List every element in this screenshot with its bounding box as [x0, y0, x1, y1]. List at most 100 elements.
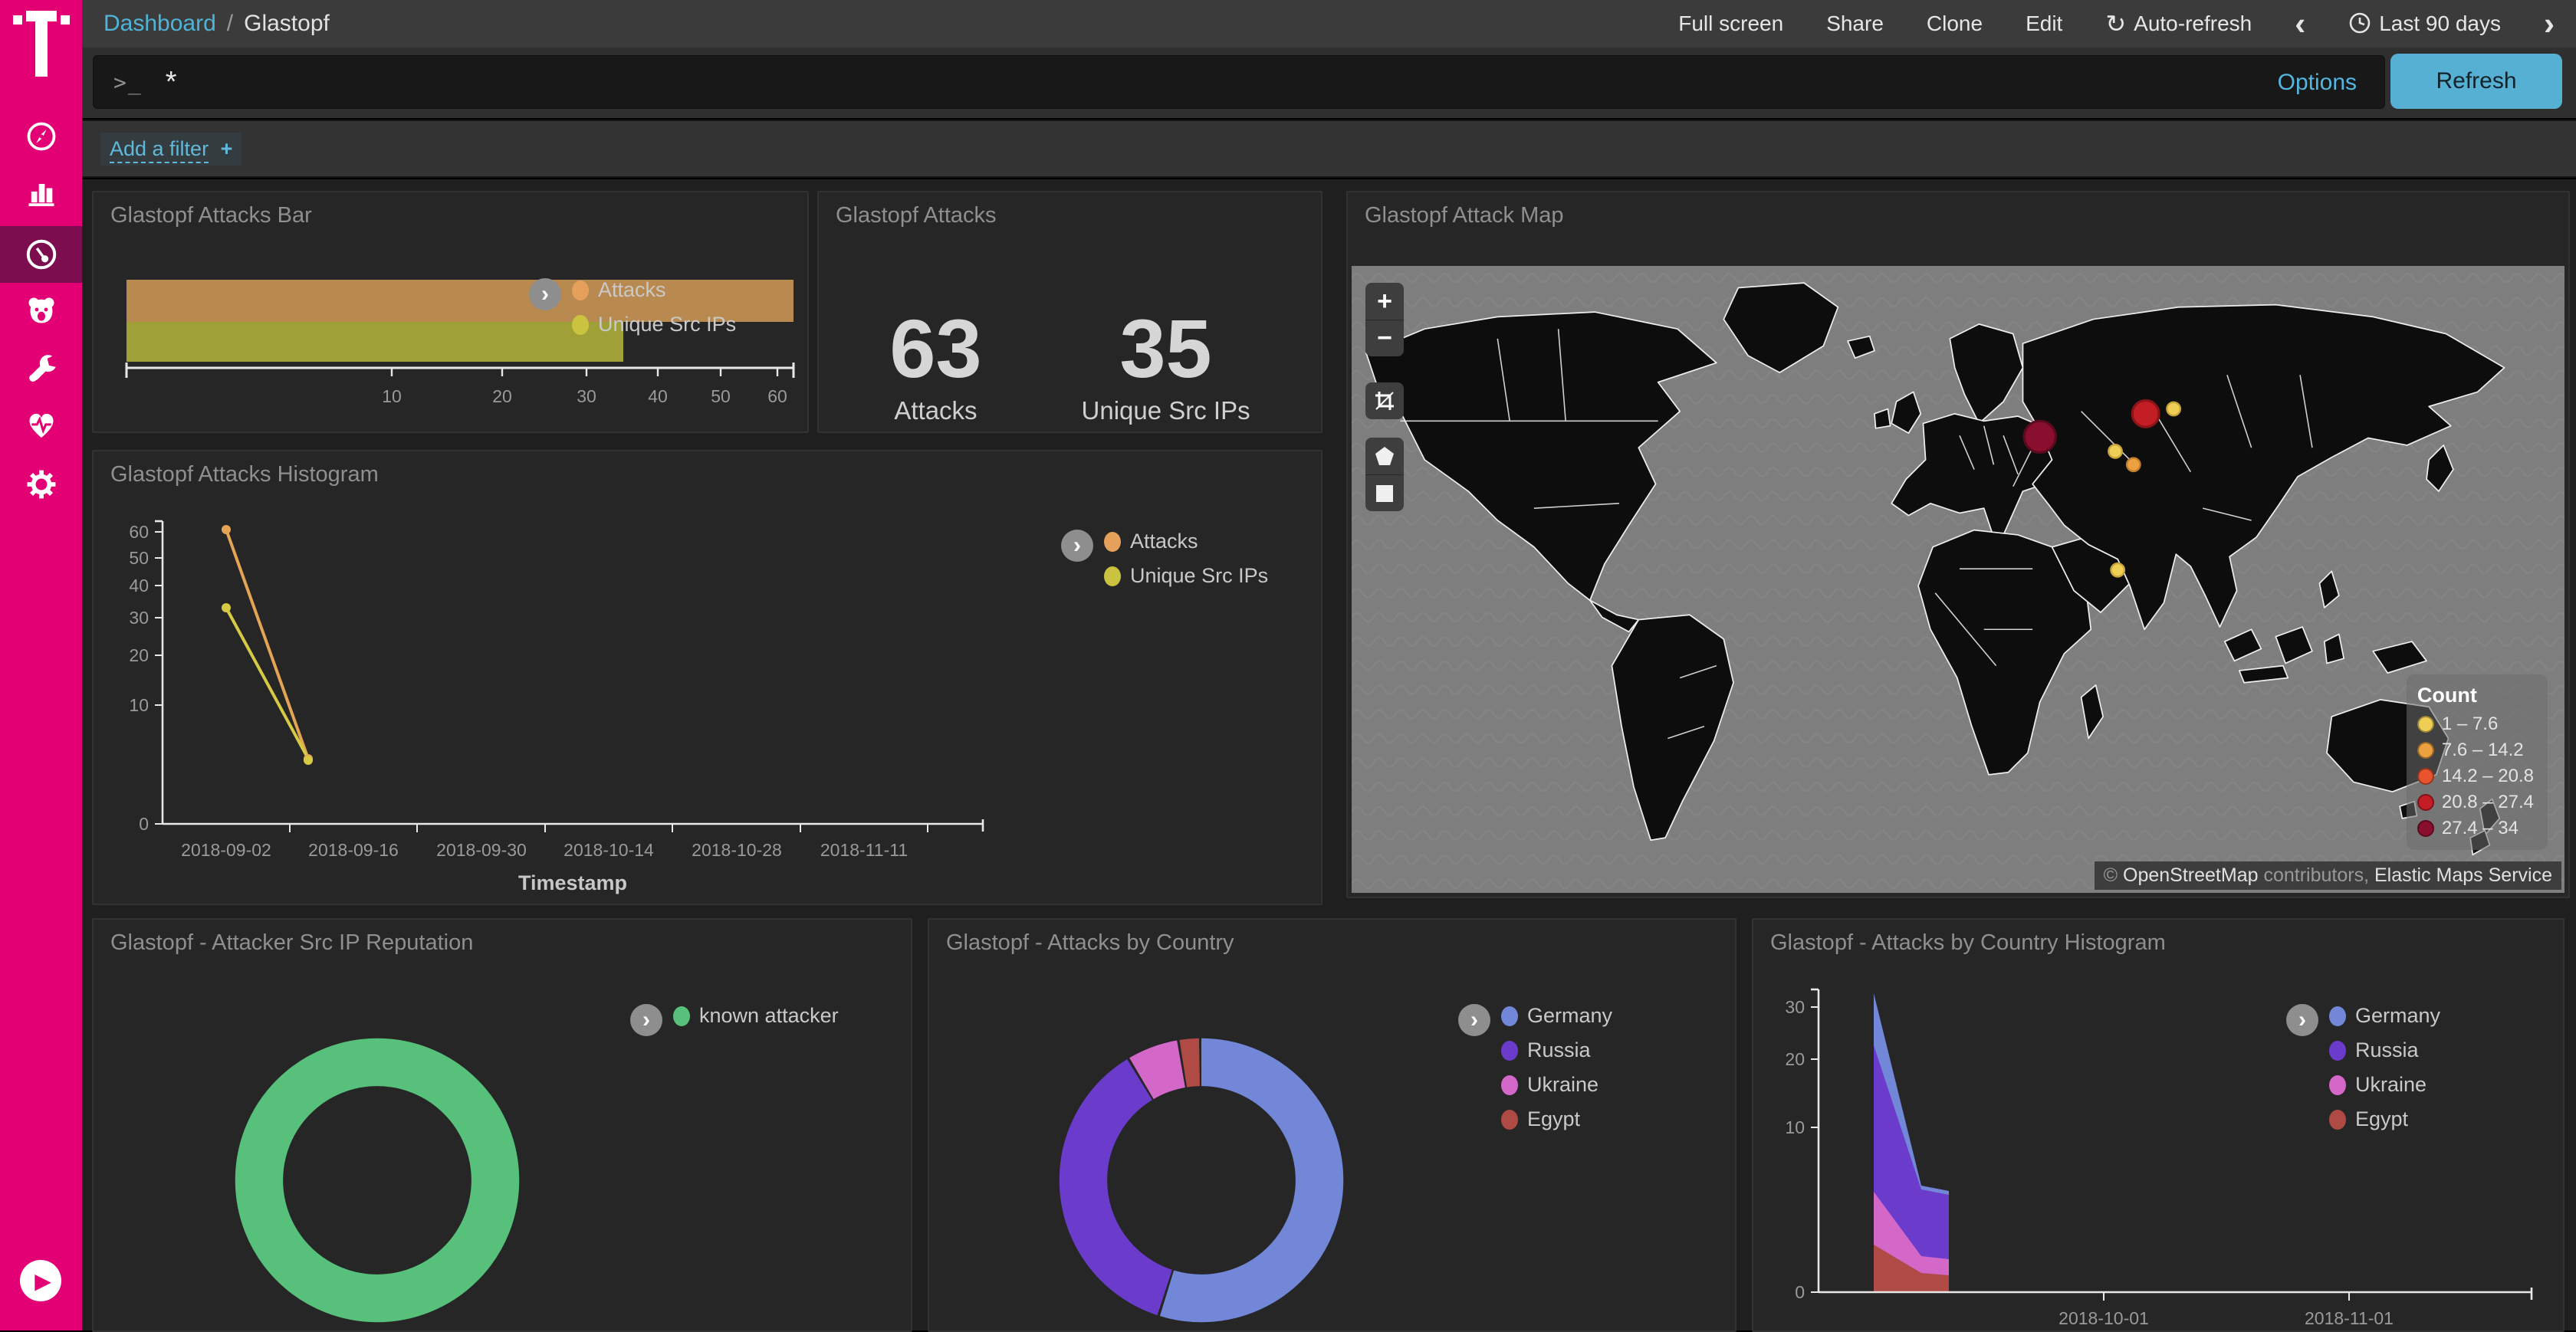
by-country-donut-chart[interactable]	[1052, 1031, 1351, 1330]
legend-bucket: 27.4 – 34	[2417, 818, 2534, 839]
svg-text:2018-09-30: 2018-09-30	[436, 840, 527, 860]
chevron-right-icon: ›	[2298, 1007, 2306, 1033]
legend-item-germany[interactable]: Germany	[1501, 1004, 1612, 1028]
legend-item-germany[interactable]: Germany	[2329, 1004, 2440, 1028]
time-forward-button[interactable]: ›	[2544, 13, 2555, 34]
t-logo-left-square	[13, 15, 22, 25]
svg-text:60: 60	[767, 386, 787, 406]
legend-item-attacks[interactable]: Attacks	[1104, 530, 1268, 553]
zoom-out-button[interactable]: −	[1365, 320, 1404, 356]
map-dot-germany[interactable]	[2024, 421, 2055, 452]
legend-collapse-button[interactable]: ›	[2286, 1004, 2318, 1036]
time-range-picker[interactable]: Last 90 days	[2348, 11, 2501, 36]
map-dot-ukraine-north[interactable]	[2108, 445, 2121, 458]
elastic-maps-service-link[interactable]: Elastic Maps Service	[2374, 864, 2552, 886]
draw-rectangle-button[interactable]	[1365, 474, 1404, 511]
legend-item-known-attacker[interactable]: known attacker	[673, 1004, 839, 1028]
legend-item-egypt[interactable]: Egypt	[2329, 1107, 2440, 1131]
bar-chart-icon	[25, 176, 58, 209]
panel-title: Glastopf - Attacker Src IP Reputation	[110, 930, 473, 956]
svg-text:60: 60	[129, 522, 149, 542]
openstreetmap-link[interactable]: OpenStreetMap	[2123, 864, 2259, 886]
refresh-button[interactable]: Refresh	[2390, 54, 2562, 109]
line-unique-src-ips[interactable]	[226, 608, 308, 759]
metric-attacks: 63 Attacks	[889, 307, 981, 425]
legend-collapse-button[interactable]: ›	[529, 278, 561, 310]
map-dot-egypt[interactable]	[2111, 563, 2124, 576]
legend-dot	[572, 281, 589, 300]
full-screen-button[interactable]: Full screen	[1678, 11, 1783, 36]
time-back-button[interactable]: ‹	[2295, 13, 2305, 34]
draw-polygon-button[interactable]	[1365, 438, 1404, 474]
sidebar-item-management[interactable]	[0, 456, 82, 513]
chart-legend: › Attacks Unique Src IPs	[529, 278, 736, 336]
slice-known-attacker[interactable]	[259, 1062, 495, 1298]
svg-text:30: 30	[1785, 997, 1805, 1017]
svg-text:0: 0	[1795, 1282, 1805, 1302]
metric-unique-src-ips: 35 Unique Src IPs	[1082, 307, 1250, 425]
sidebar-item-discover[interactable]	[0, 108, 82, 165]
legend-item-unique-src-ips[interactable]: Unique Src IPs	[1104, 564, 1268, 588]
svg-text:20: 20	[492, 386, 512, 406]
legend-bucket: 20.8 – 27.4	[2417, 792, 2534, 813]
legend-collapse-button[interactable]: ›	[1061, 530, 1093, 562]
edit-button[interactable]: Edit	[2026, 11, 2062, 36]
fit-bounds-button[interactable]	[1365, 382, 1404, 419]
legend-item-russia[interactable]: Russia	[1501, 1038, 1612, 1062]
map-zoom-controls: + −	[1365, 283, 1404, 356]
svg-text:2018-09-02: 2018-09-02	[181, 840, 271, 860]
map-fit-control	[1365, 382, 1404, 419]
breadcrumb-dashboard-link[interactable]: Dashboard	[104, 11, 216, 37]
query-options-link[interactable]: Options	[2278, 56, 2357, 110]
sidebar-item-dashboard[interactable]	[0, 226, 82, 283]
legend-dot	[1501, 1006, 1518, 1026]
sidebar-item-timelion[interactable]	[0, 282, 82, 339]
heart-pulse-icon	[24, 408, 59, 443]
legend-item-russia[interactable]: Russia	[2329, 1038, 2440, 1062]
add-filter-button[interactable]: Add a filter +	[100, 133, 242, 166]
world-map[interactable]: + −	[1352, 266, 2564, 893]
reputation-donut-chart[interactable]	[228, 1031, 527, 1330]
play-icon: ▶	[34, 1268, 51, 1294]
legend-dot	[1104, 566, 1121, 586]
legend-item-egypt[interactable]: Egypt	[1501, 1107, 1612, 1131]
svg-text:10: 10	[382, 386, 402, 406]
svg-text:2018-10-14: 2018-10-14	[564, 840, 654, 860]
dashboard-gauge-icon	[24, 237, 59, 272]
square-icon	[1375, 484, 1395, 504]
legend-bucket: 7.6 – 14.2	[2417, 740, 2534, 761]
expand-nav-button[interactable]: ▶	[20, 1260, 61, 1301]
filter-bar: Add a filter +	[82, 120, 2576, 178]
svg-text:Timestamp: Timestamp	[518, 871, 627, 894]
legend-item-attacks[interactable]: Attacks	[572, 278, 736, 302]
query-bar: >_ * Options Refresh	[82, 48, 2576, 118]
legend-item-ukraine[interactable]: Ukraine	[1501, 1073, 1612, 1097]
sidebar-item-monitoring[interactable]	[0, 397, 82, 454]
attacks-histogram-chart[interactable]: 60 50 40 30 20 10 0 2018-09-02 2018-09-1…	[101, 494, 1060, 901]
sidebar-item-visualize[interactable]	[0, 164, 82, 221]
clone-button[interactable]: Clone	[1927, 11, 1983, 36]
sidebar-item-dev-tools[interactable]	[0, 340, 82, 396]
legend-dot	[2329, 1041, 2346, 1061]
svg-text:30: 30	[577, 386, 596, 406]
legend-dot	[1501, 1110, 1518, 1130]
panel-title: Glastopf Attack Map	[1365, 203, 1564, 228]
map-dot-russia[interactable]	[2132, 400, 2159, 427]
map-dot-ukraine[interactable]	[2127, 458, 2140, 471]
dashboard-grid: Glastopf Attacks Bar 10 20 30 40 50 60 ›	[82, 179, 2576, 1330]
auto-refresh-button[interactable]: ↻ Auto-refresh	[2105, 9, 2252, 38]
share-button[interactable]: Share	[1826, 11, 1884, 36]
chart-legend: › known attacker	[630, 1004, 839, 1036]
line-attacks[interactable]	[226, 530, 308, 759]
sidebar-nav: ▶	[0, 0, 82, 1330]
legend-bucket: 1 – 7.6	[2417, 714, 2534, 735]
legend-item-unique-src-ips[interactable]: Unique Src IPs	[572, 313, 736, 336]
zoom-in-button[interactable]: +	[1365, 283, 1404, 320]
query-prompt-icon: >_	[113, 70, 143, 95]
metric-value: 35	[1082, 307, 1250, 390]
legend-item-ukraine[interactable]: Ukraine	[2329, 1073, 2440, 1097]
legend-collapse-button[interactable]: ›	[1458, 1004, 1490, 1036]
search-query-input[interactable]: >_ * Options	[93, 55, 2385, 109]
map-dot-russia-east[interactable]	[2167, 402, 2180, 415]
legend-collapse-button[interactable]: ›	[630, 1004, 662, 1036]
